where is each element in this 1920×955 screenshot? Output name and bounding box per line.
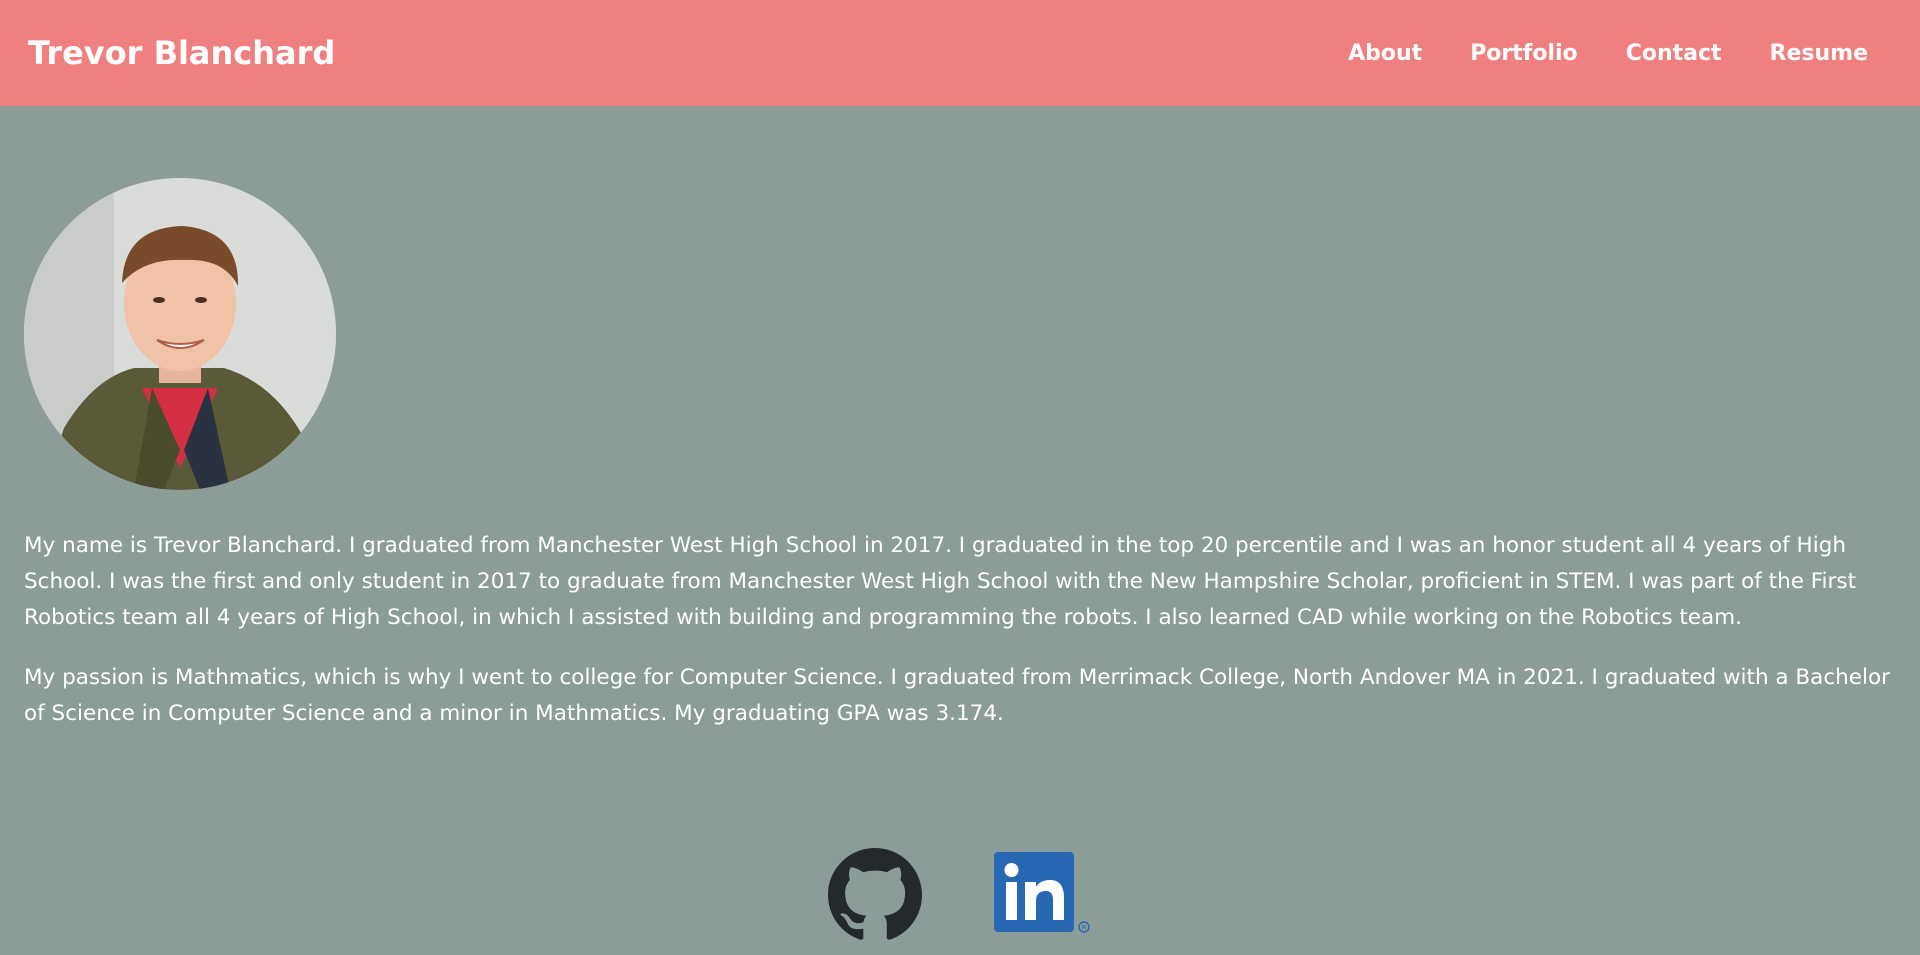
brand-title[interactable]: Trevor Blanchard xyxy=(28,34,335,72)
github-link[interactable] xyxy=(828,848,922,946)
site-header: Trevor Blanchard About Portfolio Contact… xyxy=(0,0,1920,106)
main-nav: About Portfolio Contact Resume xyxy=(1348,41,1892,66)
bio-paragraph: My name is Trevor Blanchard. I graduated… xyxy=(24,533,1857,630)
nav-link-resume[interactable]: Resume xyxy=(1770,41,1868,66)
github-icon xyxy=(828,848,922,940)
bio-paragraph: My passion is Mathmatics, which is why I… xyxy=(24,665,1890,726)
nav-link-about[interactable]: About xyxy=(1348,41,1422,66)
social-footer: R xyxy=(828,848,1092,946)
nav-link-contact[interactable]: Contact xyxy=(1626,41,1722,66)
bio: My name is Trevor Blanchard. I graduated… xyxy=(24,528,1904,732)
svg-text:R: R xyxy=(1082,924,1087,932)
nav-link-portfolio[interactable]: Portfolio xyxy=(1470,41,1578,66)
about-section: My name is Trevor Blanchard. I graduated… xyxy=(0,106,1920,732)
linkedin-icon: R xyxy=(994,852,1090,933)
profile-photo xyxy=(24,178,336,490)
profile-photo-illustration xyxy=(24,178,336,490)
linkedin-link[interactable]: R xyxy=(994,848,1092,940)
